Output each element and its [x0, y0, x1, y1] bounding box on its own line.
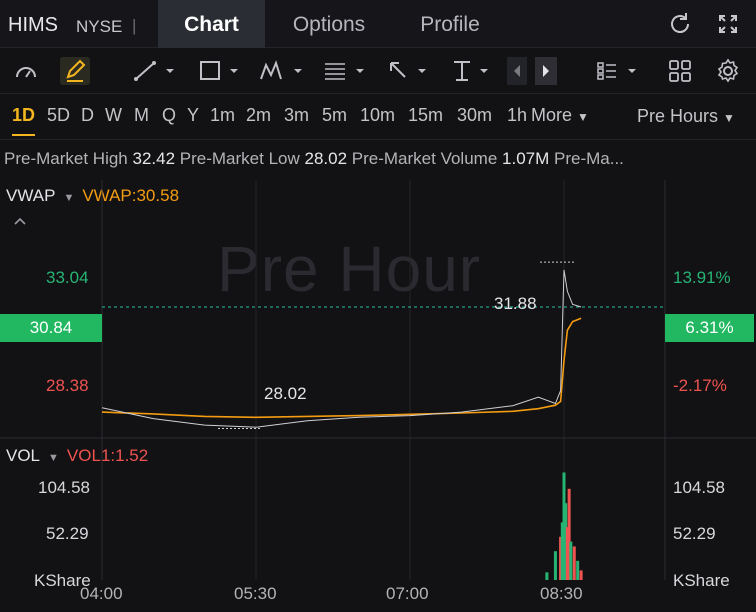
price-volume-chart[interactable]: [0, 180, 756, 610]
refresh-icon[interactable]: [666, 10, 694, 38]
premarket-volume-label: Pre-Market Volume: [351, 149, 498, 168]
timeframe-15m[interactable]: 15m: [408, 105, 443, 126]
left-axis-top: 33.04: [46, 268, 89, 287]
ticker-symbol: HIMS: [8, 14, 58, 36]
right-axis-bottom: -2.17%: [673, 376, 727, 395]
tab-profile[interactable]: Profile: [400, 0, 500, 48]
timeframe-y[interactable]: Y: [187, 105, 199, 126]
time-axis-label: 08:30: [540, 584, 583, 603]
premarket-high-label: Pre-Market High: [4, 149, 128, 168]
list-icon[interactable]: [594, 57, 640, 85]
timeframe-10m[interactable]: 10m: [360, 105, 395, 126]
timeframe-w[interactable]: W: [105, 105, 122, 126]
timeframe-1d[interactable]: 1D: [12, 105, 36, 136]
grid-icon[interactable]: [666, 57, 694, 85]
volume-indicator-name: VOL: [6, 446, 41, 465]
next-icon[interactable]: [535, 57, 557, 85]
time-axis-label: 04:00: [80, 584, 123, 603]
caret-down-icon: ▼: [577, 110, 589, 124]
premarket-volume-value: 1.07M: [502, 149, 550, 168]
vol-left-axis-mid: 52.29: [46, 524, 89, 543]
time-axis-label: 05:30: [234, 584, 277, 603]
premarket-low-label: Pre-Market Low: [179, 149, 300, 168]
timeframe-5m[interactable]: 5m: [322, 105, 347, 126]
right-axis-top: 13.91%: [673, 268, 731, 287]
timeframe-1h[interactable]: 1h: [507, 105, 527, 126]
time-axis-label: 07:00: [386, 584, 429, 603]
timeframe-m[interactable]: M: [134, 105, 149, 126]
vol-right-axis-unit: KShare: [673, 571, 730, 590]
header-separator: |: [132, 16, 137, 35]
premarket-summary: Pre-Market High 32.42 Pre-Market Low 28.…: [4, 149, 756, 169]
timeframe-bar: 1D 5D D W M Q Y 1m 2m 3m 5m 10m 15m 30m …: [0, 94, 756, 140]
left-axis-bottom: 28.38: [46, 376, 89, 395]
exchange-label: NYSE: [76, 17, 123, 36]
timeframe-30m[interactable]: 30m: [457, 105, 492, 126]
premarket-truncated-label: Pre-Ma...: [554, 149, 624, 168]
drawing-toolbar: [0, 48, 756, 94]
prev-icon[interactable]: [507, 57, 527, 85]
current-percent-tag-right: 6.31%: [665, 314, 754, 342]
timeframe-d[interactable]: D: [81, 105, 94, 126]
timeframe-2m[interactable]: 2m: [246, 105, 271, 126]
volume-bar: [576, 560, 580, 580]
gauge-icon[interactable]: [12, 57, 40, 85]
timeframe-1m[interactable]: 1m: [210, 105, 235, 126]
pattern-icon[interactable]: [258, 57, 308, 85]
more-timeframes-dropdown[interactable]: More ▼: [531, 105, 589, 126]
tab-chart[interactable]: Chart: [158, 0, 265, 48]
trend-line-icon[interactable]: [132, 57, 178, 85]
volume-indicator-header[interactable]: VOL ▼ VOL1:1.52: [6, 446, 148, 466]
rectangle-icon[interactable]: [198, 57, 244, 85]
settings-icon[interactable]: [714, 57, 742, 85]
volume-indicator-value: VOL1:1.52: [66, 446, 149, 465]
chart-grid: [101, 180, 565, 580]
timeframe-q[interactable]: Q: [162, 105, 176, 126]
fib-icon[interactable]: [322, 57, 370, 85]
timeframe-5d[interactable]: 5D: [47, 105, 70, 126]
high-marker-label: 31.88: [494, 294, 537, 313]
caret-down-icon: ▼: [723, 111, 735, 125]
volume-bar: [569, 541, 573, 580]
measure-icon[interactable]: [450, 57, 496, 85]
timeframe-3m[interactable]: 3m: [284, 105, 309, 126]
arrow-icon[interactable]: [386, 57, 432, 85]
vwap-series-line: [101, 317, 582, 419]
volume-bar: [553, 551, 557, 580]
vol-right-axis-mid: 52.29: [673, 524, 716, 543]
current-price-tag-left: 30.84: [0, 314, 102, 342]
volume-bar: [572, 546, 576, 580]
session-dropdown[interactable]: Pre Hours ▼: [637, 106, 735, 127]
more-label: More: [531, 105, 573, 125]
low-marker-label: 28.02: [264, 384, 307, 403]
fullscreen-icon[interactable]: [714, 10, 742, 38]
top-bar: HIMS NYSE | Chart Options Profile: [0, 0, 756, 48]
premarket-low-value: 28.02: [304, 149, 348, 168]
caret-down-icon: ▼: [48, 452, 59, 464]
vol-right-axis-top: 104.58: [673, 478, 725, 497]
volume-bars: [545, 472, 583, 580]
pencil-icon[interactable]: [60, 57, 90, 85]
session-label: Pre Hours: [637, 106, 719, 126]
premarket-high-value: 32.42: [132, 149, 176, 168]
volume-bar: [579, 570, 583, 580]
vol-left-axis-top: 104.58: [38, 478, 90, 497]
tab-options[interactable]: Options: [272, 0, 386, 48]
volume-bar: [545, 572, 549, 580]
